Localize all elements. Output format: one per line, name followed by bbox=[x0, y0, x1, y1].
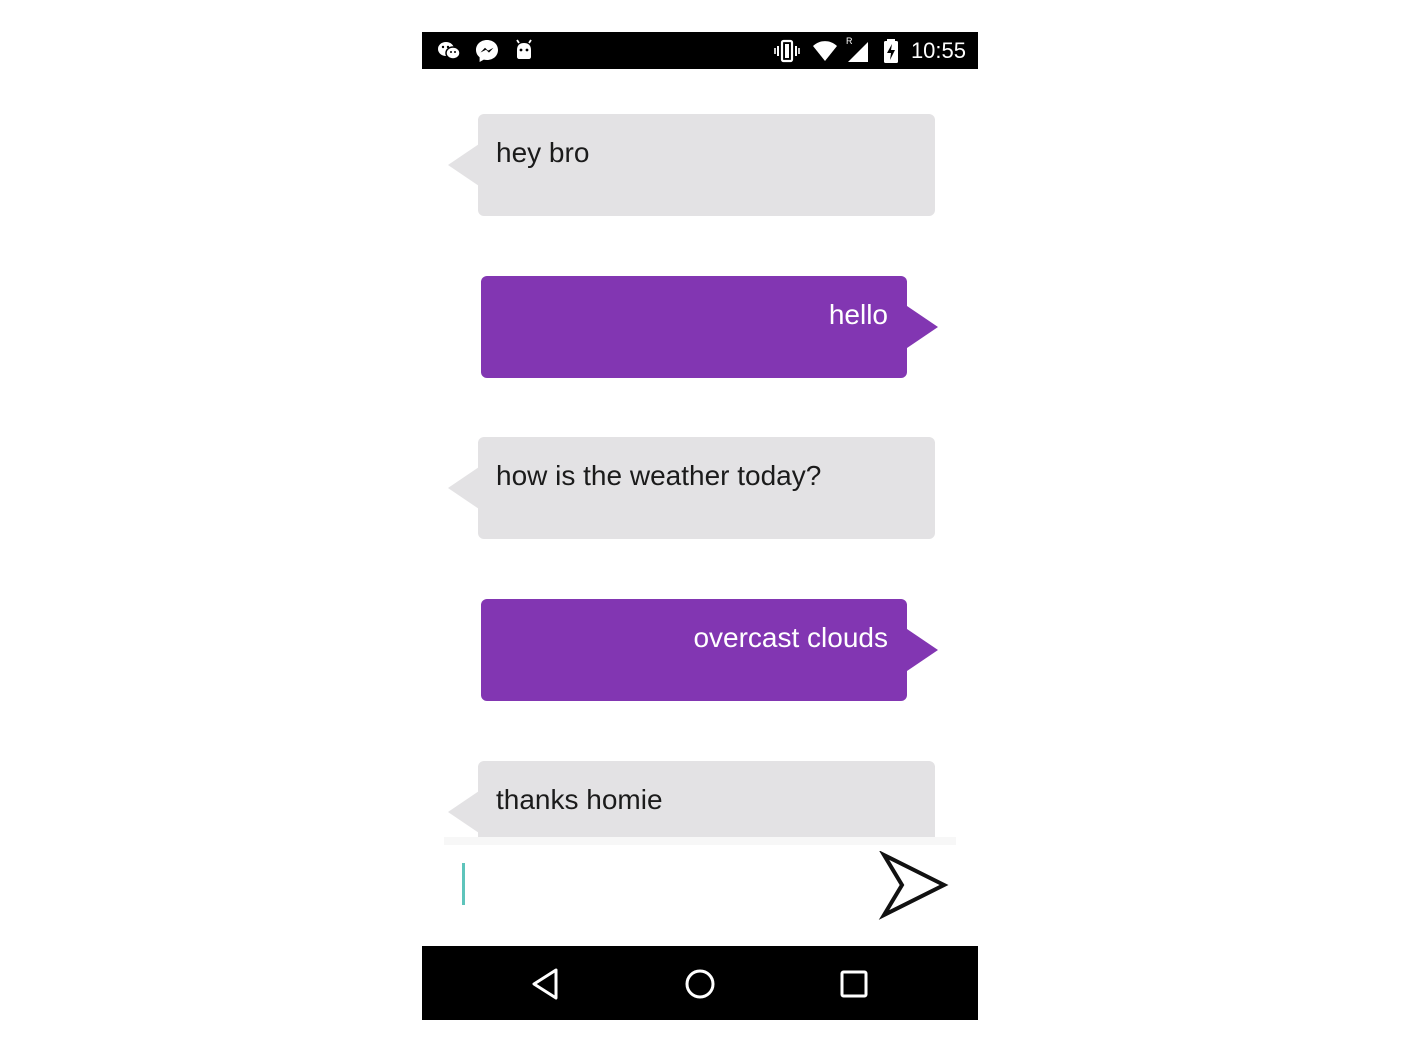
bubble-tail bbox=[907, 629, 938, 671]
message-text: hello bbox=[828, 299, 888, 330]
messenger-icon bbox=[476, 40, 498, 62]
message-bubble-incoming[interactable]: thanks homie bbox=[448, 761, 935, 837]
wechat-icon bbox=[438, 42, 461, 60]
bubble-tail bbox=[448, 144, 479, 186]
status-clock: 10:55 bbox=[910, 38, 966, 63]
roaming-indicator: R bbox=[846, 36, 853, 46]
bubble-tail bbox=[448, 791, 479, 833]
recents-icon[interactable] bbox=[834, 964, 874, 1004]
message-bubble-outgoing[interactable]: overcast clouds bbox=[481, 599, 938, 701]
message-bubble-outgoing[interactable]: hello bbox=[481, 276, 938, 378]
message-composer bbox=[422, 837, 978, 946]
message-text: hey bro bbox=[496, 137, 590, 168]
message-text: thanks homie bbox=[496, 784, 663, 815]
message-bubble-incoming[interactable]: hey bro bbox=[448, 114, 935, 216]
battery-charging-icon bbox=[884, 39, 898, 63]
vibrate-icon bbox=[774, 39, 800, 63]
bubble-tail bbox=[448, 467, 479, 509]
back-icon[interactable] bbox=[526, 964, 566, 1004]
phone-screen: R 10:55 hey bro hello how is the weather… bbox=[422, 32, 978, 1020]
home-icon[interactable] bbox=[680, 964, 720, 1004]
composer-divider bbox=[444, 837, 956, 845]
wifi-icon bbox=[813, 41, 837, 61]
message-bubble-incoming[interactable]: how is the weather today? bbox=[448, 437, 935, 539]
message-text: overcast clouds bbox=[693, 622, 888, 653]
navigation-bar bbox=[422, 946, 978, 1020]
bubble-tail bbox=[907, 306, 938, 348]
status-bar: R 10:55 bbox=[422, 32, 978, 69]
android-debug-icon bbox=[516, 39, 532, 59]
message-input[interactable] bbox=[446, 857, 870, 923]
text-caret bbox=[462, 863, 465, 905]
chat-list[interactable]: hey bro hello how is the weather today? … bbox=[422, 69, 978, 837]
message-text: how is the weather today? bbox=[496, 460, 822, 491]
send-icon[interactable] bbox=[878, 851, 950, 921]
